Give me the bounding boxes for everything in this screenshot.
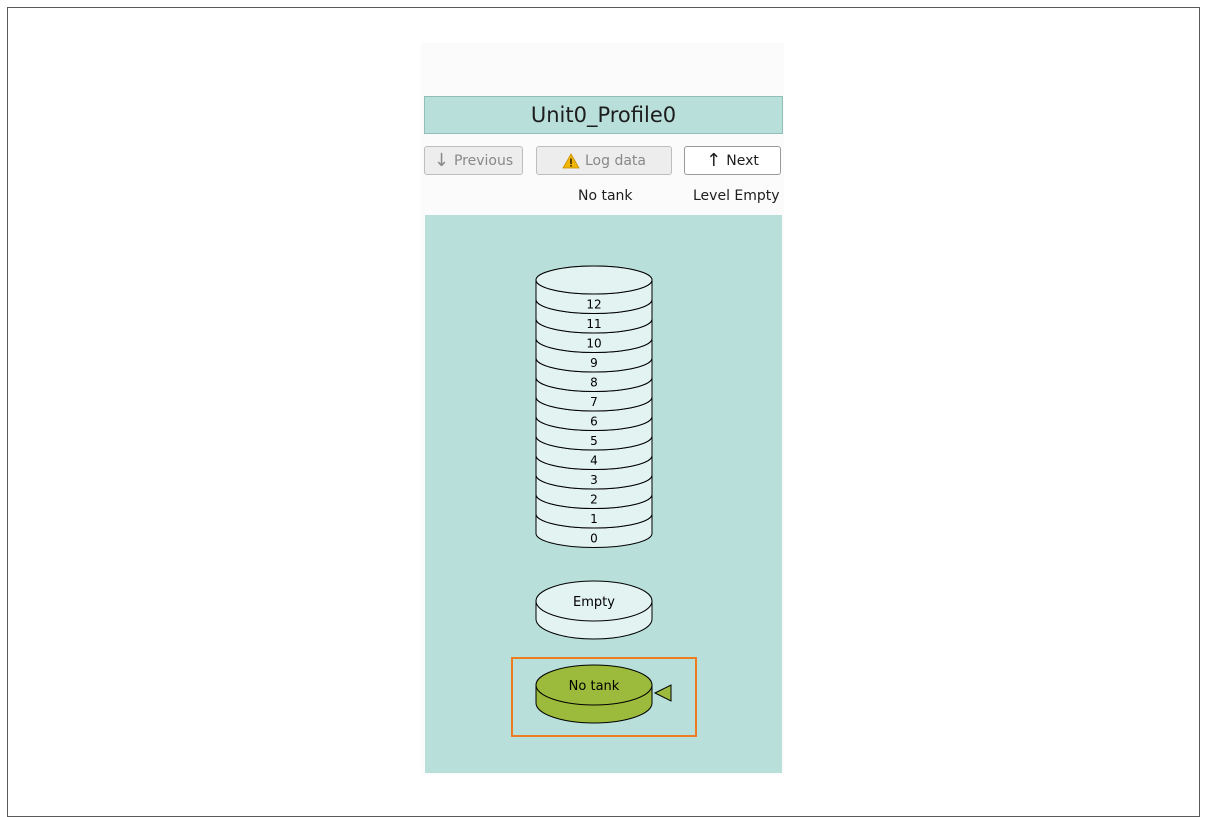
level-label-7: 7 <box>590 395 598 409</box>
empty-disk: Empty <box>535 580 653 640</box>
level-label-9: 9 <box>590 356 598 370</box>
current-level-highlight <box>511 657 697 737</box>
level-label-2: 2 <box>590 493 598 507</box>
next-button[interactable]: ↑ Next <box>684 146 781 175</box>
profile-title: Unit0_Profile0 <box>424 96 783 134</box>
previous-button[interactable]: ↓ Previous <box>424 146 523 175</box>
level-label-11: 11 <box>586 317 601 331</box>
arrow-down-icon: ↓ <box>433 149 449 171</box>
tank-status: No tank <box>578 188 633 204</box>
level-label-8: 8 <box>590 376 598 390</box>
log-data-button[interactable]: Log data <box>536 146 672 175</box>
level-label-3: 3 <box>590 473 598 487</box>
profile-title-text: Unit0_Profile0 <box>530 103 677 127</box>
level-stack: 0123456789101112 <box>535 265 653 548</box>
level-label-4: 4 <box>590 454 598 468</box>
level-label-12: 12 <box>586 298 601 312</box>
next-label: Next <box>726 152 759 169</box>
empty-disk-label: Empty <box>573 595 615 610</box>
arrow-up-icon: ↑ <box>706 149 722 171</box>
level-label-10: 10 <box>586 337 601 351</box>
log-data-label: Log data <box>585 152 646 169</box>
warning-icon <box>562 152 580 168</box>
level-label-0: 0 <box>590 532 598 546</box>
stack-top-cap <box>535 265 653 295</box>
level-status: Level Empty <box>693 188 780 204</box>
level-label-1: 1 <box>590 512 598 526</box>
level-label-5: 5 <box>590 434 598 448</box>
level-label-6: 6 <box>590 415 598 429</box>
previous-label: Previous <box>453 152 514 169</box>
